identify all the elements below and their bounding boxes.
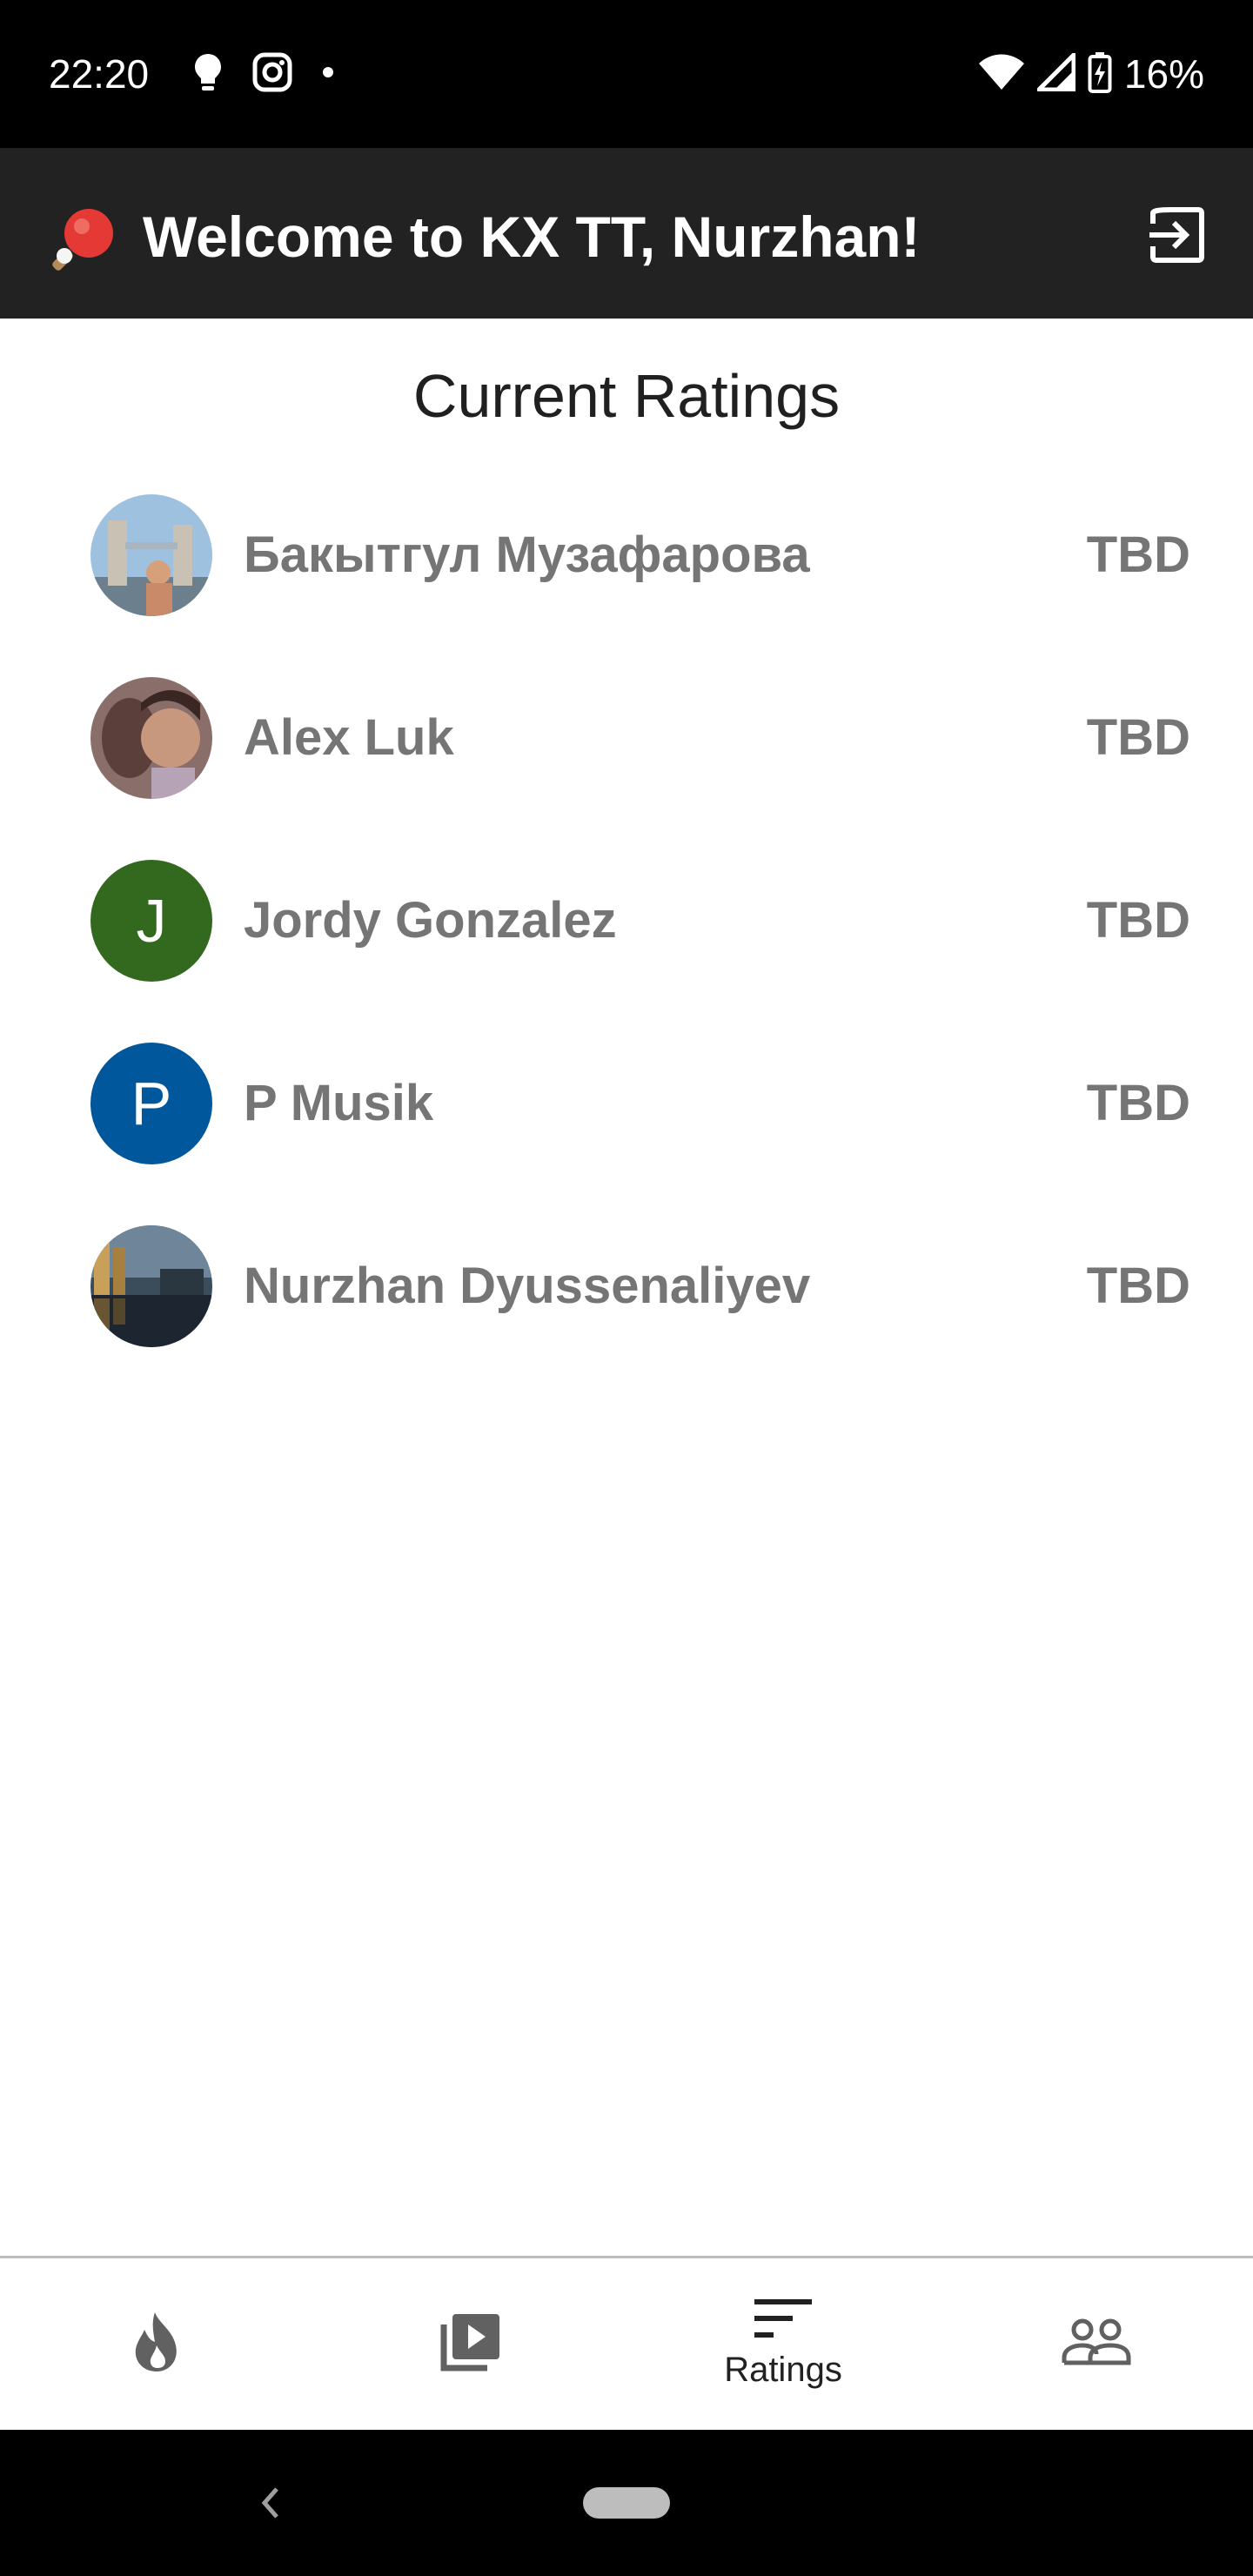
status-notification-icons: [193, 50, 334, 97]
video-library-icon: [439, 2311, 501, 2378]
player-name: Nurzhan Dyussenaliyev: [244, 1258, 811, 1314]
ping-pong-icon: [52, 205, 118, 272]
avatar: J: [90, 860, 212, 982]
player-row[interactable]: Бакытгул Музафарова TBD: [0, 494, 1253, 677]
battery-percentage: 16%: [1123, 51, 1204, 97]
lightbulb-icon: [193, 52, 223, 97]
status-time: 22:20: [49, 51, 150, 97]
ratings-list: Бакытгул Музафарова TBD Alex Luk TBD J J…: [0, 494, 1253, 1408]
logout-button[interactable]: [1135, 195, 1218, 278]
people-icon: [1062, 2318, 1131, 2371]
player-rating: TBD: [1086, 892, 1190, 949]
player-rating: TBD: [1086, 1258, 1190, 1314]
player-row[interactable]: Alex Luk TBD: [0, 677, 1253, 860]
avatar-initial: P: [131, 1070, 172, 1137]
status-system-icons: 16%: [978, 50, 1204, 97]
avatar: [90, 1225, 212, 1347]
page-title: Current Ratings: [412, 362, 841, 430]
sort-icon: [754, 2298, 812, 2344]
avatar: [90, 494, 212, 616]
player-rating: TBD: [1086, 1075, 1190, 1131]
home-pill-icon[interactable]: [583, 2487, 670, 2519]
logout-icon: [1146, 205, 1207, 270]
nav-tab-videos[interactable]: [313, 2258, 626, 2430]
instagram-icon: [252, 52, 292, 97]
avatar-initial: J: [136, 887, 167, 955]
nav-tab-players[interactable]: [940, 2258, 1253, 2430]
system-navigation-bar: [0, 2430, 1253, 2576]
avatar: [90, 677, 212, 799]
signal-icon: [1036, 52, 1076, 96]
nav-label-ratings: Ratings: [724, 2351, 842, 2389]
player-name: Jordy Gonzalez: [244, 892, 617, 949]
app-bar: Welcome to KX TT, Nurzhan!: [0, 148, 1253, 319]
nav-tab-home[interactable]: [0, 2258, 313, 2430]
player-row[interactable]: P P Musik TBD: [0, 1043, 1253, 1225]
player-name: P Musik: [244, 1075, 434, 1131]
app-title: Welcome to KX TT, Nurzhan!: [143, 205, 921, 269]
back-chevron-icon[interactable]: [249, 2477, 292, 2529]
status-bar: 22:20 16%: [0, 0, 1253, 148]
player-row[interactable]: Nurzhan Dyussenaliyev TBD: [0, 1225, 1253, 1408]
flame-icon: [129, 2311, 184, 2378]
player-rating: TBD: [1086, 709, 1190, 766]
bottom-navigation: Ratings: [0, 2256, 1253, 2430]
player-name: Alex Luk: [244, 709, 454, 766]
nav-tab-ratings[interactable]: Ratings: [626, 2258, 940, 2430]
player-rating: TBD: [1086, 527, 1190, 583]
avatar: P: [90, 1043, 212, 1164]
player-row[interactable]: J Jordy Gonzalez TBD: [0, 860, 1253, 1043]
wifi-icon: [978, 53, 1025, 96]
battery-charging-icon: [1088, 51, 1112, 97]
dot-icon: [322, 66, 334, 83]
player-name: Бакытгул Музафарова: [244, 527, 810, 583]
